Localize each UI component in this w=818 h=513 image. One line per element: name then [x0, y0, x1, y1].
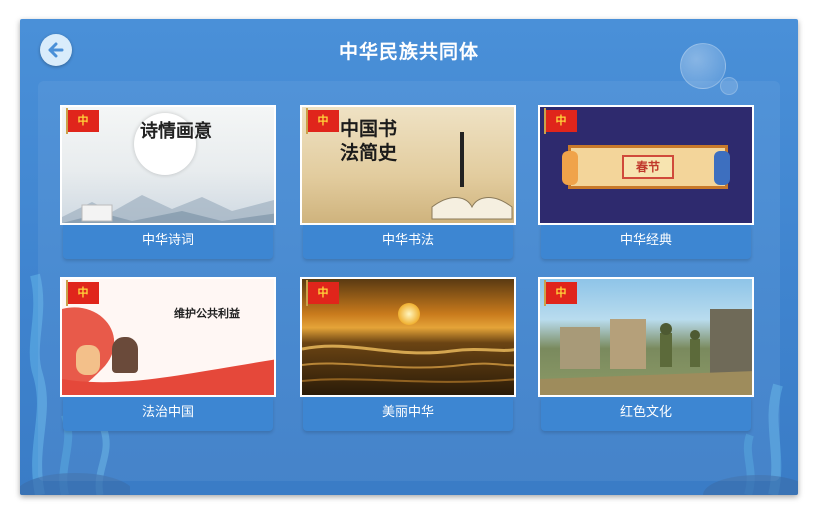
thumb-title: 中国书法简史 [340, 118, 398, 164]
character-right [714, 151, 730, 185]
card-label: 中华经典 [541, 225, 751, 259]
card-thumbnail: 中 诗情画意 [60, 105, 276, 225]
mountain-illustration [62, 195, 274, 223]
flag-icon: 中 [66, 108, 99, 134]
cartoon-child [76, 345, 100, 375]
cartoon-child [112, 337, 138, 373]
thumb-title: 维护公共利益 [174, 307, 240, 320]
river-landscape [302, 344, 514, 383]
book-brush-illustration [431, 132, 513, 220]
app-window: 中华民族共同体 中 诗情画意 中华诗词 中 中国书法简史 中华书法 中 春节 中… [20, 19, 798, 495]
flag-icon: 中 [306, 280, 339, 306]
card-thumbnail: 中 维护公共利益 [60, 277, 276, 397]
card-label: 中华诗词 [63, 225, 273, 259]
flag-icon: 中 [544, 108, 577, 134]
card-thumbnail: 中 中国书法简史 [300, 105, 516, 225]
card-thumbnail: 中 [538, 277, 754, 397]
card-label: 法治中国 [63, 397, 273, 431]
card-thumbnail: 中 春节 [538, 105, 754, 225]
card-label: 红色文化 [541, 397, 751, 431]
flag-icon: 中 [544, 280, 577, 306]
page-title: 中华民族共同体 [338, 41, 479, 63]
thumb-title: 诗情画意 [140, 121, 212, 142]
card-label: 中华书法 [303, 225, 513, 259]
card-thumbnail: 中 [300, 277, 516, 397]
flag-icon: 中 [66, 280, 99, 306]
sun [398, 303, 420, 325]
thumb-title: 春节 [622, 155, 674, 179]
card-label: 美丽中华 [303, 397, 513, 431]
flag-icon: 中 [306, 108, 339, 134]
character-left [562, 151, 578, 185]
